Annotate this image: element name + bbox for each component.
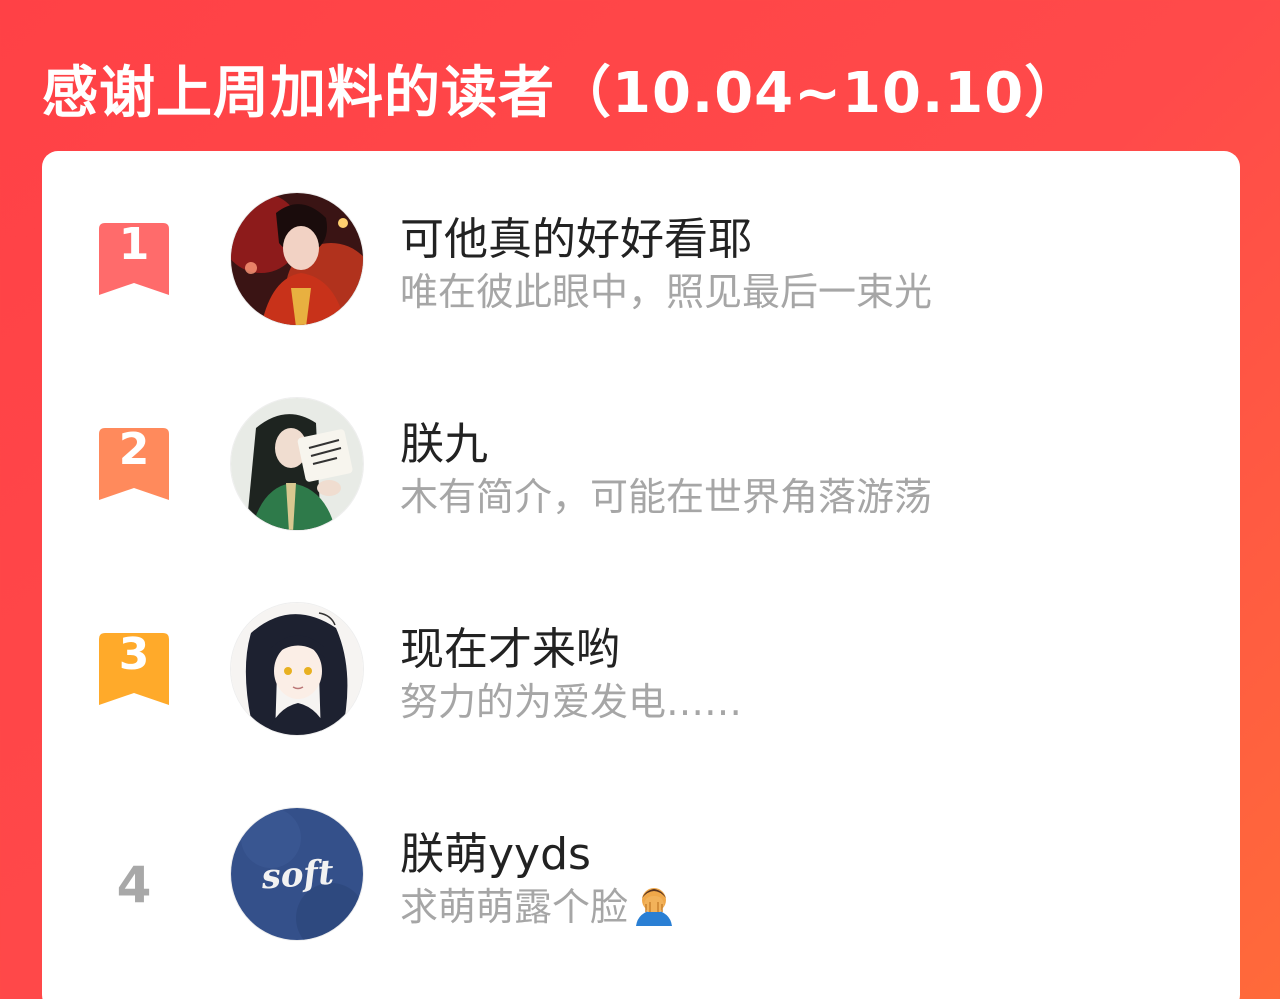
- rank-badge-1: 1: [99, 219, 169, 295]
- reader-bio: 木有简介，可能在世界角落游荡: [400, 475, 933, 519]
- avatar[interactable]: [230, 602, 364, 736]
- avatar[interactable]: [230, 397, 364, 531]
- avatar-text: soft: [259, 853, 335, 898]
- avatar[interactable]: soft: [230, 807, 364, 941]
- reader-list-card: 1 可他真的好好看耶 唯在彼此眼中，照见最后一束光 2 朕九 木有简介，可能在世…: [42, 151, 1240, 999]
- reader-bio: 唯在彼此眼中，照见最后一束光: [400, 270, 933, 314]
- rank-badge-3: 3: [99, 629, 169, 705]
- page-title: 感谢上周加料的读者（10.04~10.10）: [42, 61, 1082, 126]
- reader-name: 朕萌yyds: [400, 829, 591, 880]
- reader-bio: 努力的为爱发电……: [400, 680, 743, 724]
- avatar[interactable]: [230, 192, 364, 326]
- rank-badge-2: 2: [99, 424, 169, 500]
- reader-row-3[interactable]: 3 现在才来哟 努力的为爱发电……: [42, 561, 1240, 736]
- reader-row-2[interactable]: 2 朕九 木有简介，可能在世界角落游荡: [42, 356, 1240, 531]
- reader-name: 现在才来哟: [400, 624, 620, 675]
- reader-name: 可他真的好好看耶: [400, 214, 752, 265]
- facepalm-emoji-icon: [632, 882, 676, 935]
- reader-bio-text: 求萌萌露个脸: [400, 885, 629, 929]
- reader-bio: 求萌萌露个脸: [400, 876, 676, 935]
- reader-row-1[interactable]: 1 可他真的好好看耶 唯在彼此眼中，照见最后一束光: [42, 151, 1240, 326]
- reader-row-4[interactable]: 4 soft 朕萌yyds 求萌萌露个脸: [42, 766, 1240, 941]
- reader-name: 朕九: [400, 419, 488, 470]
- rank-number-4: 4: [116, 856, 152, 914]
